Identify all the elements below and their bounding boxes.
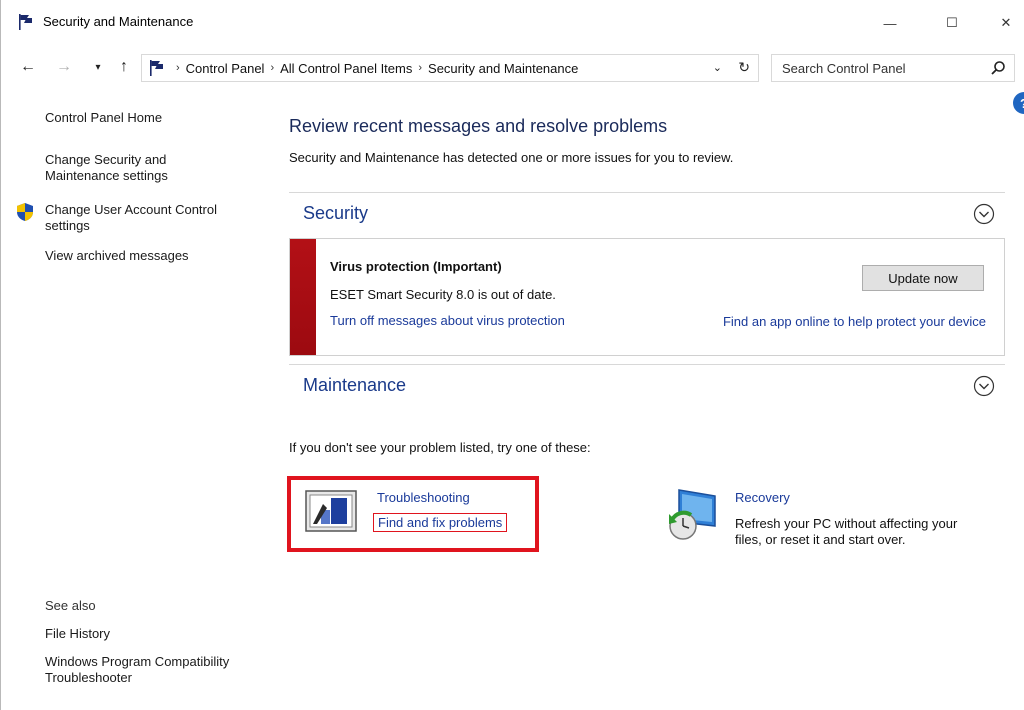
maximize-button[interactable]: ☐ (929, 8, 975, 38)
alert-title: Virus protection (Important) (330, 259, 502, 274)
file-history-link[interactable]: File History (45, 626, 110, 642)
troubleshooting-title-link[interactable]: Troubleshooting (377, 490, 470, 505)
compatibility-troubleshooter-link[interactable]: Windows Program Compatibility Troublesho… (45, 654, 265, 686)
recovery-description: Refresh your PC without affecting your f… (735, 516, 958, 547)
search-icon[interactable] (990, 60, 1006, 76)
title-bar: Security and Maintenance — ☐ ✕ (1, 0, 1024, 44)
forward-arrow-icon: → (56, 58, 72, 75)
close-button[interactable]: ✕ (983, 8, 1024, 38)
change-security-settings-link[interactable]: Change Security and Maintenance settings (45, 152, 235, 184)
uac-shield-icon (17, 203, 33, 221)
control-panel-home-link[interactable]: Control Panel Home (45, 110, 162, 126)
view-archived-messages-link[interactable]: View archived messages (45, 248, 189, 264)
up-arrow-icon: ↑ (120, 58, 128, 75)
up-button[interactable]: ↑ (113, 56, 135, 78)
update-now-button[interactable]: Update now (862, 265, 984, 291)
alert-severity-bar (290, 239, 316, 355)
recent-locations-button[interactable]: ▾ (87, 56, 109, 78)
breadcrumb-separator: › (270, 62, 275, 74)
virus-protection-alert: Virus protection (Important) ESET Smart … (289, 238, 1005, 356)
flag-icon (150, 60, 163, 76)
security-section-header[interactable]: Security (289, 192, 1005, 236)
breadcrumb-security-maintenance[interactable]: Security and Maintenance (428, 61, 578, 76)
search-placeholder: Search Control Panel (782, 61, 906, 76)
alert-description: ESET Smart Security 8.0 is out of date. (330, 287, 556, 302)
see-also-heading: See also (45, 598, 96, 613)
search-input[interactable]: Search Control Panel (771, 54, 1015, 82)
window-title: Security and Maintenance (43, 14, 194, 29)
security-section-label: Security (303, 203, 369, 223)
close-icon: ✕ (1000, 15, 1012, 30)
maintenance-section-label: Maintenance (303, 375, 407, 395)
address-dropdown-icon[interactable]: ⌄ (713, 61, 722, 74)
recovery-title-link[interactable]: Recovery (735, 490, 790, 505)
maintenance-section-header[interactable]: Maintenance (289, 364, 1005, 408)
try-these-text: If you don't see your problem listed, tr… (289, 440, 591, 455)
left-pane: Control Panel Home Change Security and M… (1, 100, 261, 700)
help-glyph: ? (1020, 96, 1024, 111)
recovery-icon[interactable] (665, 486, 719, 542)
navigation-bar: ← → ▾ ↑ › Control Panel › All Control Pa… (1, 52, 1024, 84)
back-button[interactable]: ← (17, 56, 39, 78)
page-description: Security and Maintenance has detected on… (289, 150, 734, 165)
expand-chevron-icon[interactable] (973, 203, 995, 225)
control-panel-window: Security and Maintenance — ☐ ✕ ← → ▾ ↑ ›… (0, 0, 1024, 710)
refresh-icon[interactable]: ↻ (738, 59, 750, 76)
turn-off-messages-link[interactable]: Turn off messages about virus protection (330, 313, 565, 328)
chevron-down-icon: ▾ (95, 61, 101, 73)
forward-button[interactable]: → (53, 56, 75, 78)
find-and-fix-problems-link[interactable]: Find and fix problems (373, 513, 508, 532)
page-title: Review recent messages and resolve probl… (289, 116, 668, 136)
troubleshooting-icon[interactable] (305, 490, 357, 532)
find-app-online-link[interactable]: Find an app online to help protect your … (710, 313, 986, 331)
minimize-button[interactable]: — (867, 8, 913, 38)
main-content: Review recent messages and resolve probl… (287, 100, 1005, 700)
expand-chevron-icon[interactable] (973, 375, 995, 397)
change-uac-settings-link[interactable]: Change User Account Control settings (45, 202, 255, 234)
address-bar[interactable]: › Control Panel › All Control Panel Item… (141, 54, 759, 82)
maximize-icon: ☐ (946, 15, 958, 30)
help-icon[interactable]: ? (1013, 92, 1024, 114)
back-arrow-icon: ← (20, 58, 36, 75)
breadcrumb-separator: › (176, 62, 180, 74)
breadcrumb-control-panel[interactable]: Control Panel (186, 61, 265, 76)
breadcrumb-all-items[interactable]: All Control Panel Items (280, 61, 412, 76)
breadcrumb-separator: › (418, 62, 423, 74)
flag-icon (19, 14, 32, 30)
minimize-icon: — (883, 15, 897, 31)
